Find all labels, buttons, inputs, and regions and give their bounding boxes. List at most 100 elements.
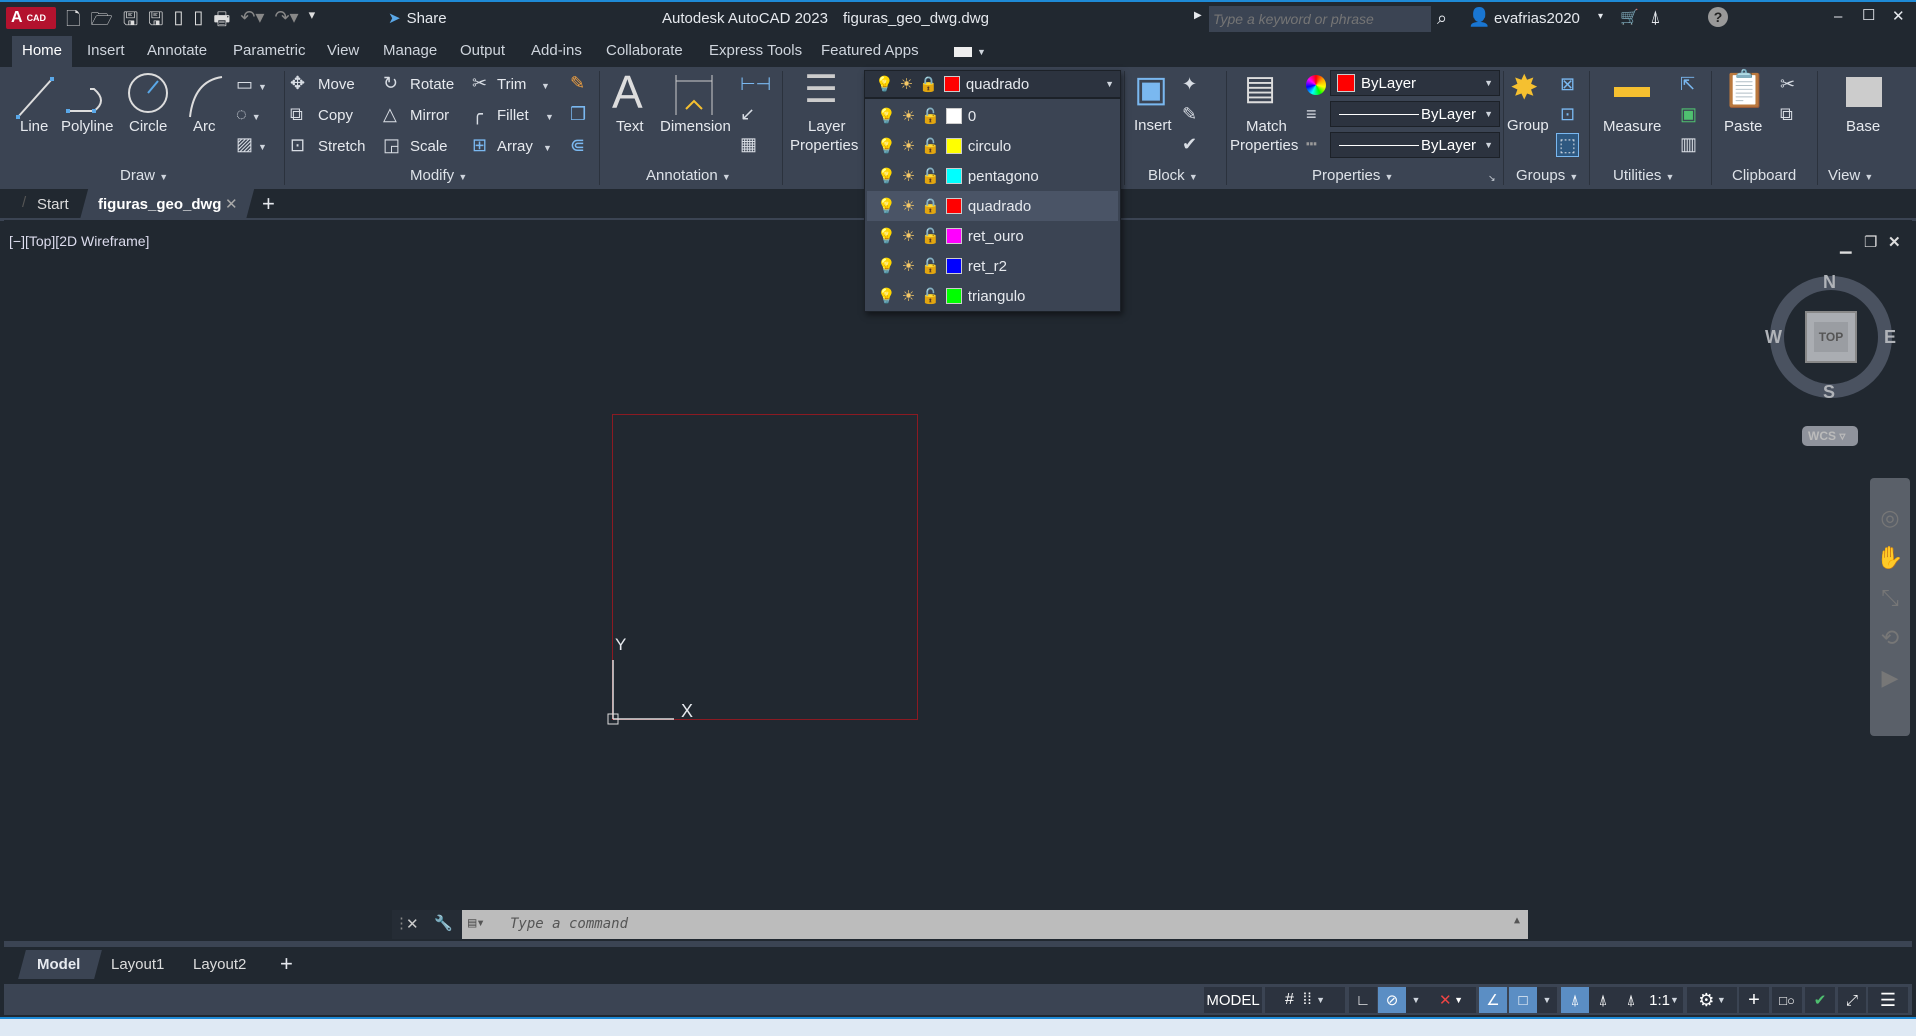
match-properties-label-1[interactable]: Match (1246, 118, 1287, 135)
layer-on-icon[interactable]: 💡 (877, 227, 896, 245)
hardware-acceleration-icon[interactable]: ✔ (1805, 987, 1835, 1013)
group-edit-icon[interactable]: ⊡ (1560, 105, 1575, 123)
command-close-icon[interactable]: ✕ (406, 915, 419, 933)
annotation-scale-icon[interactable]: ⍋ (1617, 987, 1645, 1013)
tab-view[interactable]: View (327, 42, 359, 59)
layer-properties-label-1[interactable]: Layer (808, 118, 846, 135)
layer-freeze-icon[interactable]: ☀ (902, 167, 915, 185)
orbit-icon[interactable]: ⟲ (1870, 618, 1910, 658)
command-customize-icon[interactable]: 🔧 (434, 914, 453, 932)
model-space-button[interactable]: MODEL (1204, 987, 1262, 1013)
tab-insert[interactable]: Insert (87, 42, 125, 59)
auto-scale-icon[interactable]: ⍋ (1589, 987, 1617, 1013)
isodraft-icon[interactable]: ✕ ▼ (1426, 987, 1476, 1013)
layer-properties-label-2[interactable]: Properties (790, 137, 858, 154)
compass-west[interactable]: W (1765, 327, 1782, 348)
modify-panel-label[interactable]: Modify ▼ (410, 167, 467, 184)
draw-panel-label[interactable]: Draw ▼ (120, 167, 168, 184)
expand-search-icon[interactable]: ▶ (1194, 10, 1202, 21)
linetype-dropdown[interactable]: ByLayer ▼ (1330, 132, 1500, 158)
base-button[interactable]: Base (1846, 118, 1880, 135)
maximize-button[interactable]: ☐ (1862, 6, 1875, 24)
layer-item-ret-r2[interactable]: 💡 ☀ 🔓 ret_r2 (867, 251, 1118, 281)
groups-panel-label[interactable]: Groups ▼ (1516, 167, 1578, 184)
select-all-icon[interactable]: ▣ (1680, 105, 1697, 123)
trim-button[interactable]: Trim (497, 76, 526, 93)
move-button[interactable]: Move (318, 76, 355, 93)
layer-color-swatch[interactable] (945, 198, 962, 214)
new-file-icon[interactable]: 🗋 (66, 7, 80, 37)
properties-launcher-icon[interactable]: ↘ (1488, 173, 1496, 184)
layer-item-0[interactable]: 💡 ☀ 🔓 0 (867, 101, 1118, 131)
fillet-button[interactable]: Fillet (497, 107, 529, 124)
layer-color-swatch[interactable] (945, 168, 962, 184)
cut-icon[interactable]: ✂ (1780, 75, 1795, 93)
minimize-button[interactable]: – (1834, 8, 1842, 25)
tab-layout2[interactable]: Layout2 (193, 956, 246, 973)
layer-item-ret-ouro[interactable]: 💡 ☀ 🔓 ret_ouro (867, 221, 1118, 251)
save-web-icon[interactable]: ▯ (193, 7, 203, 37)
customize-qat-icon[interactable]: ▾ (309, 7, 316, 37)
user-name[interactable]: evafrias2020 (1494, 10, 1580, 27)
compass-south[interactable]: S (1823, 382, 1835, 403)
lock-icon[interactable]: 🔒 (921, 197, 940, 215)
drawing-canvas[interactable]: [−][Top][2D Wireframe] Y X ▁ ❐ ✕ TOP N S… (4, 220, 1912, 941)
customization-menu-icon[interactable]: ☰ (1868, 987, 1908, 1013)
color-wheel-icon[interactable] (1306, 75, 1326, 95)
autodesk-app-icon[interactable]: ⍋ (1650, 7, 1661, 28)
viewcube-top-face[interactable]: TOP (1805, 311, 1857, 363)
tab-home[interactable]: Home (12, 36, 73, 67)
copy-clip-icon[interactable]: ⧉ (1780, 105, 1793, 123)
array-dropdown-icon[interactable]: ▼ (543, 143, 552, 153)
viewport-minimize-icon[interactable]: ▁ (1840, 236, 1852, 254)
close-button[interactable]: ✕ (1892, 7, 1905, 25)
viewport-restore-icon[interactable]: ❐ (1864, 233, 1877, 251)
unlock-icon[interactable]: 🔓 (921, 227, 940, 245)
polar-dropdown-icon[interactable]: ▼ (1406, 987, 1426, 1013)
circle-icon[interactable] (126, 71, 170, 115)
stretch-button[interactable]: Stretch (318, 138, 366, 155)
table-icon[interactable]: ▦ (740, 135, 757, 153)
search-icon[interactable]: ⌕ (1437, 8, 1447, 29)
layer-color-swatch[interactable] (945, 288, 962, 304)
layer-freeze-icon[interactable]: ☀ (902, 137, 915, 155)
workspace-gear-icon[interactable]: ⚙ ▼ (1687, 987, 1737, 1013)
unlock-icon[interactable]: 🔓 (921, 107, 940, 125)
layer-item-triangulo[interactable]: 💡 ☀ 🔓 triangulo (867, 281, 1118, 311)
explode-icon[interactable]: ❒ (570, 105, 586, 123)
layer-on-icon[interactable]: 💡 (877, 167, 896, 185)
group-selection-icon[interactable]: ⬚ (1556, 133, 1580, 157)
line-button[interactable]: Line (20, 118, 48, 135)
ellipse-icon[interactable]: ◌ ▼ (236, 105, 261, 123)
offset-icon[interactable]: ⋐ (570, 136, 585, 154)
annotation-scale-dropdown[interactable]: 1:1 ▼ (1645, 987, 1683, 1013)
layer-on-icon[interactable]: 💡 (877, 107, 896, 125)
viewport-controls[interactable]: [−][Top][2D Wireframe] (9, 233, 149, 249)
tab-express-tools[interactable]: Express Tools (709, 42, 802, 59)
object-snap-icon[interactable]: □ (1509, 987, 1537, 1013)
close-tab-icon[interactable]: ✕ (225, 195, 238, 213)
app-menu-button[interactable]: A CAD (6, 7, 56, 29)
user-dropdown-icon[interactable]: ▾ (1598, 11, 1603, 22)
unlock-icon[interactable]: 🔓 (921, 167, 940, 185)
tab-manage[interactable]: Manage (383, 42, 437, 59)
rotate-button[interactable]: Rotate (410, 76, 454, 93)
new-tab-button[interactable]: + (262, 191, 275, 217)
share-button[interactable]: ➤ Share (388, 9, 447, 28)
text-button[interactable]: Text (616, 118, 644, 135)
osnap-dropdown-icon[interactable]: ▼ (1537, 987, 1557, 1013)
circle-button[interactable]: Circle (129, 118, 167, 135)
layer-color-swatch[interactable] (945, 108, 962, 124)
scale-button[interactable]: Scale (410, 138, 448, 155)
open-file-icon[interactable]: 🗁 (90, 7, 112, 37)
block-panel-label[interactable]: Block ▼ (1148, 167, 1198, 184)
ortho-icon[interactable]: ∟ (1349, 987, 1377, 1013)
clean-screen-icon[interactable]: ⤢ (1838, 987, 1866, 1013)
layer-freeze-icon[interactable]: ☀ (902, 287, 915, 305)
object-snap-tracking-icon[interactable]: ∠ (1479, 987, 1507, 1013)
insert-button[interactable]: Insert (1134, 117, 1172, 134)
polyline-button[interactable]: Polyline (61, 118, 114, 135)
edit-block-icon[interactable]: ✎ (1182, 105, 1197, 123)
pan-icon[interactable]: ✋ (1870, 538, 1910, 578)
layer-freeze-icon[interactable]: ☀ (902, 257, 915, 275)
